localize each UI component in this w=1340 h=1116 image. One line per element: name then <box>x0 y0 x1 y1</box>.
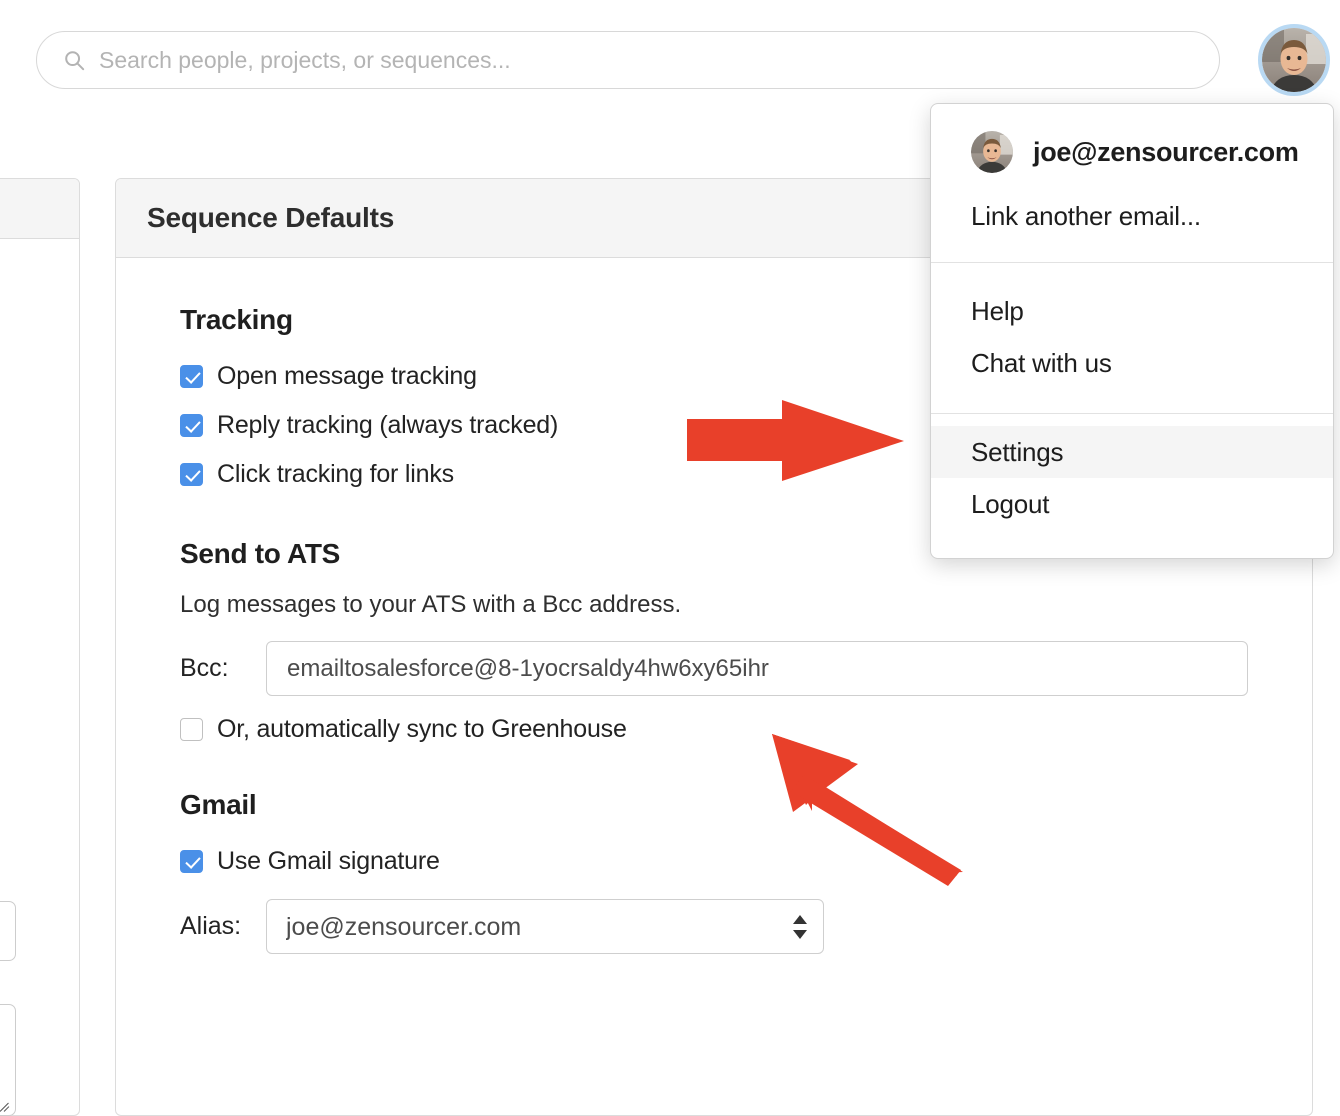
top-bar <box>0 0 1340 118</box>
left-panel-header <box>0 179 79 239</box>
menu-item-logout[interactable]: Logout <box>931 478 1333 530</box>
checkbox-click-tracking[interactable] <box>180 463 203 486</box>
dropdown-group-support: Help Chat with us <box>931 263 1333 413</box>
checkbox-sync-greenhouse[interactable] <box>180 718 203 741</box>
checkbox-label-open-message-tracking: Open message tracking <box>217 362 477 391</box>
menu-item-settings[interactable]: Settings <box>931 426 1333 478</box>
account-dropdown-menu: joe@zensourcer.com Link another email...… <box>930 103 1334 559</box>
dropdown-account-email: joe@zensourcer.com <box>1033 137 1299 168</box>
alias-field-row: Alias: joe@zensourcer.com <box>180 899 1312 954</box>
offscreen-input-field[interactable] <box>0 901 16 961</box>
dropdown-account-row[interactable]: joe@zensourcer.com <box>931 104 1333 176</box>
avatar-photo <box>1262 28 1326 92</box>
checkbox-row-sync-greenhouse[interactable]: Or, automatically sync to Greenhouse <box>180 713 1312 745</box>
checkbox-reply-tracking[interactable] <box>180 414 203 437</box>
menu-item-label: Settings <box>971 437 1063 468</box>
checkbox-open-message-tracking[interactable] <box>180 365 203 388</box>
dropdown-avatar-icon <box>971 131 1013 173</box>
dropdown-group-account: joe@zensourcer.com Link another email... <box>931 104 1333 262</box>
checkbox-label-sync-greenhouse: Or, automatically sync to Greenhouse <box>217 715 627 744</box>
checkbox-row-gmail-signature[interactable]: Use Gmail signature <box>180 845 1312 877</box>
alias-select-wrapper[interactable]: joe@zensourcer.com <box>266 899 824 954</box>
search-bar[interactable] <box>36 31 1220 89</box>
checkbox-label-reply-tracking: Reply tracking (always tracked) <box>217 411 558 440</box>
account-avatar-button[interactable] <box>1258 24 1330 96</box>
menu-item-chat-with-us[interactable]: Chat with us <box>931 337 1333 389</box>
gmail-heading: Gmail <box>180 789 1312 821</box>
menu-item-label: Link another email... <box>971 201 1201 232</box>
bcc-label: Bcc: <box>180 654 266 683</box>
menu-item-label: Help <box>971 296 1024 327</box>
menu-item-link-another-email[interactable]: Link another email... <box>931 190 1333 242</box>
checkbox-label-click-tracking: Click tracking for links <box>217 460 454 489</box>
left-side-panel-partial <box>0 178 80 1116</box>
resize-grip-icon[interactable] <box>0 1100 12 1113</box>
ats-description: Log messages to your ATS with a Bcc addr… <box>180 591 1312 619</box>
alias-label: Alias: <box>180 912 266 941</box>
spacer <box>180 745 1312 789</box>
search-input[interactable] <box>99 43 1179 77</box>
bcc-field-row: Bcc: <box>180 641 1312 696</box>
dropdown-group-session: Settings Logout <box>931 414 1333 558</box>
alias-select[interactable]: joe@zensourcer.com <box>266 899 824 954</box>
menu-item-label: Logout <box>971 489 1049 520</box>
page-title: Sequence Defaults <box>147 202 394 234</box>
menu-item-label: Chat with us <box>971 348 1112 379</box>
offscreen-textarea-field[interactable] <box>0 1004 16 1116</box>
gmail-section: Gmail Use Gmail signature Alias: joe@zen… <box>180 789 1312 954</box>
send-to-ats-section: Send to ATS Log messages to your ATS wit… <box>180 538 1312 745</box>
app-screen: Sequence Defaults Tracking Open message … <box>0 0 1340 1116</box>
checkbox-label-gmail-signature: Use Gmail signature <box>217 847 440 876</box>
search-icon <box>63 49 85 71</box>
menu-item-help[interactable]: Help <box>931 285 1333 337</box>
checkbox-gmail-signature[interactable] <box>180 850 203 873</box>
bcc-input[interactable] <box>266 641 1248 696</box>
avatar-photo-small <box>971 131 1013 173</box>
